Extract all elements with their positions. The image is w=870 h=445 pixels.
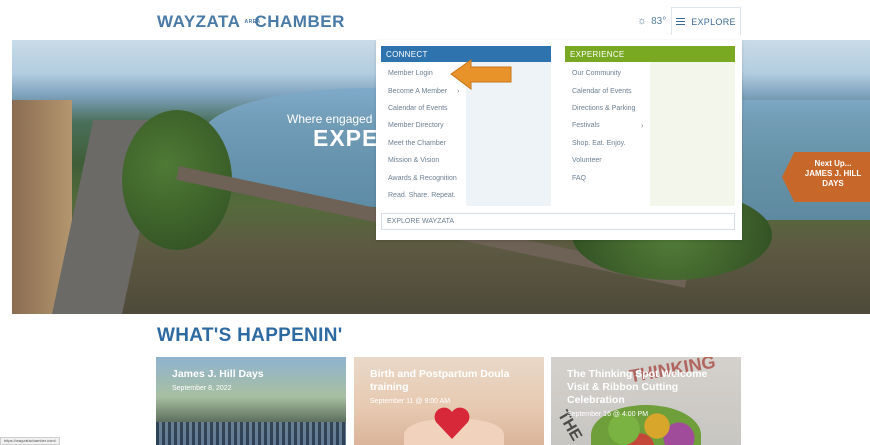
weather-widget: ☼ 83° <box>637 15 666 27</box>
event-card[interactable]: THINKING THE The Thinking Spot Welcome V… <box>551 357 741 445</box>
connect-menu: Member Login Become A Member Calendar of… <box>388 65 457 204</box>
event-date: September 8, 2022 <box>172 385 232 392</box>
event-card[interactable]: Birth and Postpartum Doula training Sept… <box>354 357 544 445</box>
hero-tagline: Where engaged <box>287 112 373 126</box>
menu-item-shop-eat-enjoy[interactable]: Shop. Eat. Enjoy. <box>572 135 635 152</box>
menu-item-member-login[interactable]: Member Login <box>388 65 457 82</box>
arrow-left-icon <box>450 59 512 90</box>
menu-item-calendar-of-events-exp[interactable]: Calendar of Events <box>572 82 635 99</box>
section-title-whats-happenin: WHAT'S HAPPENIN' <box>157 325 343 347</box>
section-title-rest: HAPPENIN' <box>237 325 343 346</box>
menu-item-volunteer[interactable]: Volunteer <box>572 152 635 169</box>
sun-icon: ☼ <box>637 15 648 27</box>
next-up-label: Next Up... <box>814 159 852 168</box>
site-header: WAYZATA AREA CHAMBER ☼ 83° EXPLORE <box>0 0 870 40</box>
menu-item-our-community[interactable]: Our Community <box>572 65 635 82</box>
explore-label: EXPLORE <box>691 16 736 27</box>
explore-wayzata-link[interactable]: EXPLORE WAYZATA <box>381 213 735 230</box>
next-up-badge[interactable]: Next Up... JAMES J. HILL DAYS <box>782 152 870 202</box>
experience-menu: Our Community Calendar of Events Directi… <box>572 65 635 187</box>
next-up-event-line2: DAYS <box>822 179 844 188</box>
menu-item-meet-the-chamber[interactable]: Meet the Chamber <box>388 135 457 152</box>
event-date: September 11 @ 9:00 AM <box>370 398 451 405</box>
section-title-bold: WHAT'S <box>157 325 232 346</box>
menu-item-mission-vision[interactable]: Mission & Vision <box>388 152 457 169</box>
menu-item-member-directory[interactable]: Member Directory <box>388 117 457 134</box>
event-title-text: The Thinking Spot Welcome Visit & Ribbon… <box>567 368 708 406</box>
next-up-event-line1: JAMES J. HILL <box>804 169 862 178</box>
site-logo[interactable]: WAYZATA AREA CHAMBER <box>157 12 345 32</box>
event-title: The Thinking Spot Welcome Visit & Ribbon… <box>567 368 732 421</box>
status-bar-url: https://wayzatachamber.com/ <box>0 437 60 445</box>
explore-button[interactable]: EXPLORE <box>671 7 741 35</box>
menu-item-faq[interactable]: FAQ <box>572 169 635 186</box>
event-card[interactable]: James J. Hill Days September 8, 2022 <box>156 357 346 445</box>
experience-header: EXPERIENCE <box>565 46 735 62</box>
menu-item-read-share-repeat[interactable]: Read. Share. Repeat. <box>388 187 457 204</box>
menu-item-calendar-of-events[interactable]: Calendar of Events <box>388 100 457 117</box>
event-title-text: James J. Hill Days <box>172 368 264 380</box>
logo-chamber: CHAMBER <box>254 12 345 31</box>
menu-item-festivals[interactable]: Festivals <box>572 117 635 134</box>
event-date: September 16 @ 4:00 PM <box>567 411 649 418</box>
experience-submenu-panel <box>650 62 735 206</box>
temperature: 83° <box>651 15 667 27</box>
explore-dropdown: CONNECT EXPERIENCE Member Login Become A… <box>376 40 742 240</box>
event-title-text: Birth and Postpartum Doula training <box>370 368 510 393</box>
menu-item-awards-recognition[interactable]: Awards & Recognition <box>388 169 457 186</box>
menu-icon <box>676 18 686 25</box>
logo-wayzata: WAYZATA <box>157 12 241 31</box>
menu-item-directions-parking[interactable]: Directions & Parking <box>572 100 635 117</box>
logo-area: AREA <box>244 18 261 25</box>
menu-item-become-a-member[interactable]: Become A Member <box>388 82 457 99</box>
event-image-crowd <box>156 422 346 445</box>
event-title: James J. Hill Days September 8, 2022 <box>172 368 337 395</box>
heart-icon <box>434 407 470 439</box>
chevron-right-icon[interactable]: › <box>641 123 643 130</box>
event-title: Birth and Postpartum Doula training Sept… <box>370 368 535 408</box>
hero-headline: EXPE <box>313 125 379 151</box>
